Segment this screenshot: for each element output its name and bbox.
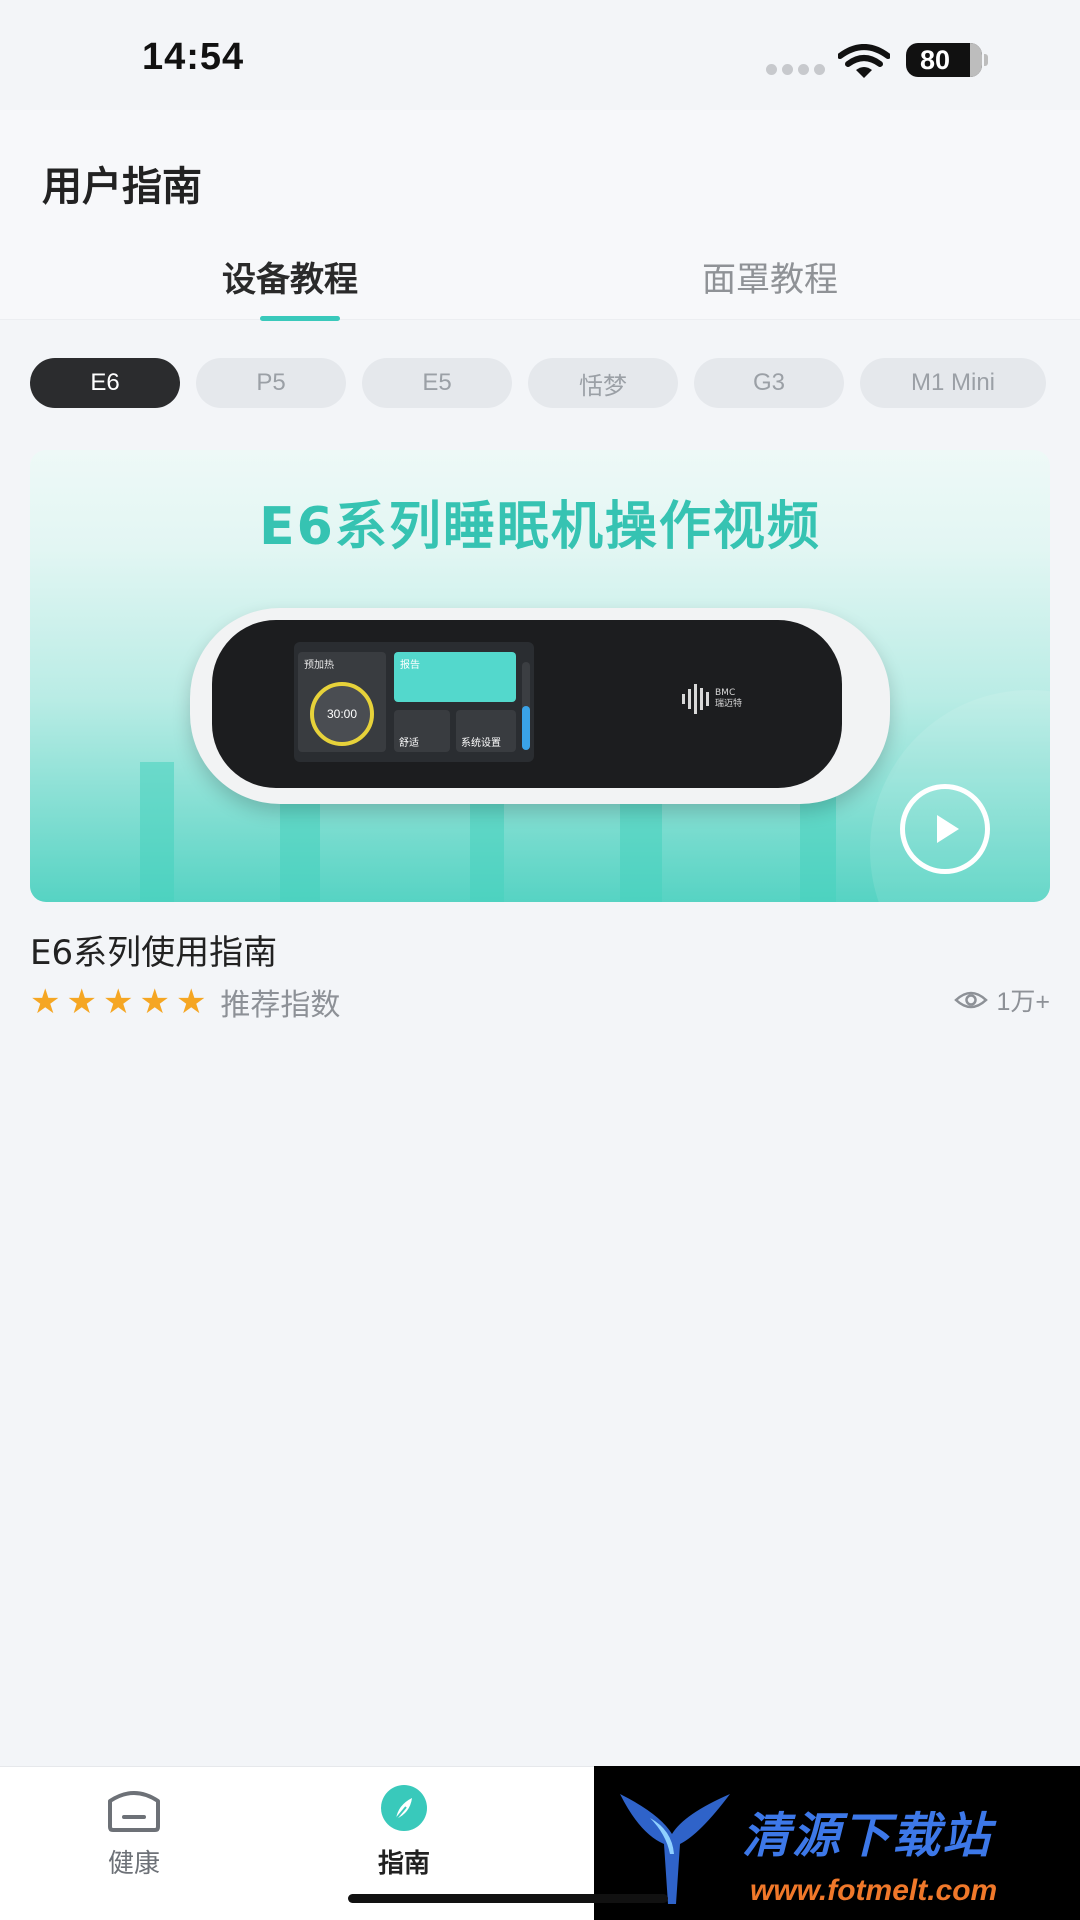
brand-logo-text: BMC — [715, 688, 736, 698]
screen-preheat-label: 预加热 — [304, 660, 334, 671]
device-illustration: 预加热 30:00 报告 舒适 系统设置 BMC 瑞迈特 — [190, 608, 890, 804]
filter-chip-e5[interactable]: E5 — [362, 358, 512, 408]
tab-device-tutorials[interactable]: 设备教程 — [222, 252, 358, 301]
rating-row: ★ ★ ★ ★ ★ 推荐指数 — [30, 980, 340, 1024]
view-count: 1万+ — [954, 982, 1050, 1018]
sound-wave-icon — [682, 684, 709, 714]
filter-chip-p5[interactable]: P5 — [196, 358, 346, 408]
decor-stripe — [140, 762, 174, 902]
rating-label: 推荐指数 — [220, 988, 341, 1023]
screen-preheat-panel: 预加热 30:00 — [298, 652, 386, 752]
active-tab-indicator — [260, 316, 340, 321]
brand-logo: BMC 瑞迈特 — [682, 684, 742, 714]
video-headline: E6系列睡眠机操作视频 — [259, 497, 821, 557]
screen-level-bar — [522, 662, 530, 750]
star-icon: ★ — [139, 982, 170, 1022]
screen-comfort-panel: 舒适 — [394, 710, 450, 752]
filter-chip-tianmeng[interactable]: 恬梦 — [528, 358, 678, 408]
star-icon: ★ — [102, 982, 134, 1022]
video-title[interactable]: E6系列使用指南 — [30, 925, 277, 974]
star-icon: ★ — [175, 982, 207, 1022]
video-thumbnail[interactable]: E6系列睡眠机操作视频 预加热 30:00 报告 舒适 系统设置 BMC 瑞迈特 — [30, 450, 1050, 902]
nav-item-guide[interactable]: 指南 — [334, 1783, 474, 1880]
screen-settings-label: 系统设置 — [461, 738, 501, 749]
brand-logo-subtext: 瑞迈特 — [715, 699, 743, 709]
page-title: 用户指南 — [42, 164, 202, 210]
view-count-value: 1万+ — [996, 988, 1050, 1016]
home-icon — [108, 1791, 160, 1832]
battery-level: 80 — [920, 44, 951, 75]
screen-timer: 30:00 — [310, 682, 374, 746]
device-face: 预加热 30:00 报告 舒适 系统设置 BMC 瑞迈特 — [212, 620, 842, 788]
star-icon: ★ — [66, 982, 97, 1022]
battery-icon: 80 — [906, 43, 982, 77]
wifi-icon — [838, 44, 890, 78]
filter-chip-g3[interactable]: G3 — [694, 358, 844, 408]
screen-report-panel: 报告 — [394, 652, 516, 702]
screen-report-label: 报告 — [400, 660, 420, 671]
home-indicator — [348, 1894, 668, 1903]
nav-label-guide: 指南 — [377, 1849, 430, 1879]
device-screen: 预加热 30:00 报告 舒适 系统设置 — [294, 642, 534, 762]
status-time: 14:54 — [142, 36, 245, 78]
cellular-signal-icon — [766, 64, 825, 75]
nav-item-health[interactable]: 健康 — [64, 1783, 204, 1880]
device-filter-row: E6 P5 E5 恬梦 G3 M1 Mini — [30, 358, 1080, 408]
header: 用户指南 设备教程 面罩教程 — [0, 110, 1080, 321]
play-button[interactable] — [900, 784, 990, 874]
eye-icon — [954, 991, 989, 1009]
tab-mask-tutorials[interactable]: 面罩教程 — [702, 252, 838, 301]
bird-logo-icon — [620, 1794, 730, 1904]
watermark-text: 清源下载站 — [742, 1808, 993, 1864]
status-bar: 14:54 80 — [0, 0, 1080, 110]
nav-label-health: 健康 — [107, 1849, 160, 1879]
filter-chip-m1-mini[interactable]: M1 Mini — [860, 358, 1046, 408]
compass-icon — [381, 1785, 427, 1831]
filter-chip-e6[interactable]: E6 — [30, 358, 180, 408]
play-icon — [937, 815, 959, 843]
watermark-url: www.fotmelt.com — [750, 1874, 998, 1907]
star-icon: ★ — [30, 982, 61, 1022]
battery-tip — [984, 54, 988, 66]
screen-settings-panel: 系统设置 — [456, 710, 516, 752]
screen-comfort-label: 舒适 — [399, 738, 419, 749]
